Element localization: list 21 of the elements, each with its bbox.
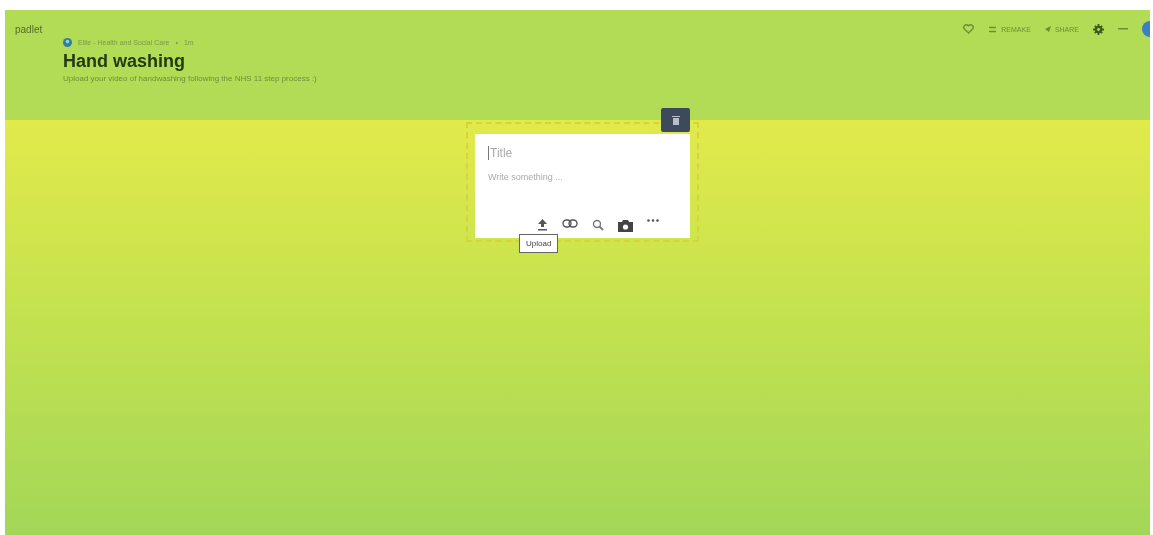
brand-logo[interactable]: padlet	[15, 23, 43, 35]
page-title: Hand washing	[63, 51, 186, 72]
search-icon	[592, 219, 604, 231]
more-icon	[647, 219, 659, 222]
camera-button[interactable]	[618, 219, 633, 232]
search-button[interactable]	[592, 219, 604, 232]
page-description: Upload your video of handwashing following the NHS 11 step process :)	[63, 74, 318, 83]
trash-icon	[671, 115, 680, 125]
lines-icon	[988, 25, 998, 33]
settings-icon[interactable]	[1093, 23, 1104, 35]
link-icon	[562, 219, 578, 228]
avatar-icon	[63, 38, 72, 47]
title-field[interactable]: Title	[488, 146, 610, 160]
avatar-icon[interactable]	[1142, 21, 1150, 37]
delete-button[interactable]	[661, 108, 690, 132]
upload-button[interactable]	[537, 219, 548, 232]
camera-icon	[618, 219, 633, 232]
tooltip: Upload	[519, 234, 559, 253]
upload-icon	[537, 219, 548, 231]
arrow-icon	[1044, 26, 1051, 32]
body-field[interactable]: Write something ...	[488, 172, 648, 182]
